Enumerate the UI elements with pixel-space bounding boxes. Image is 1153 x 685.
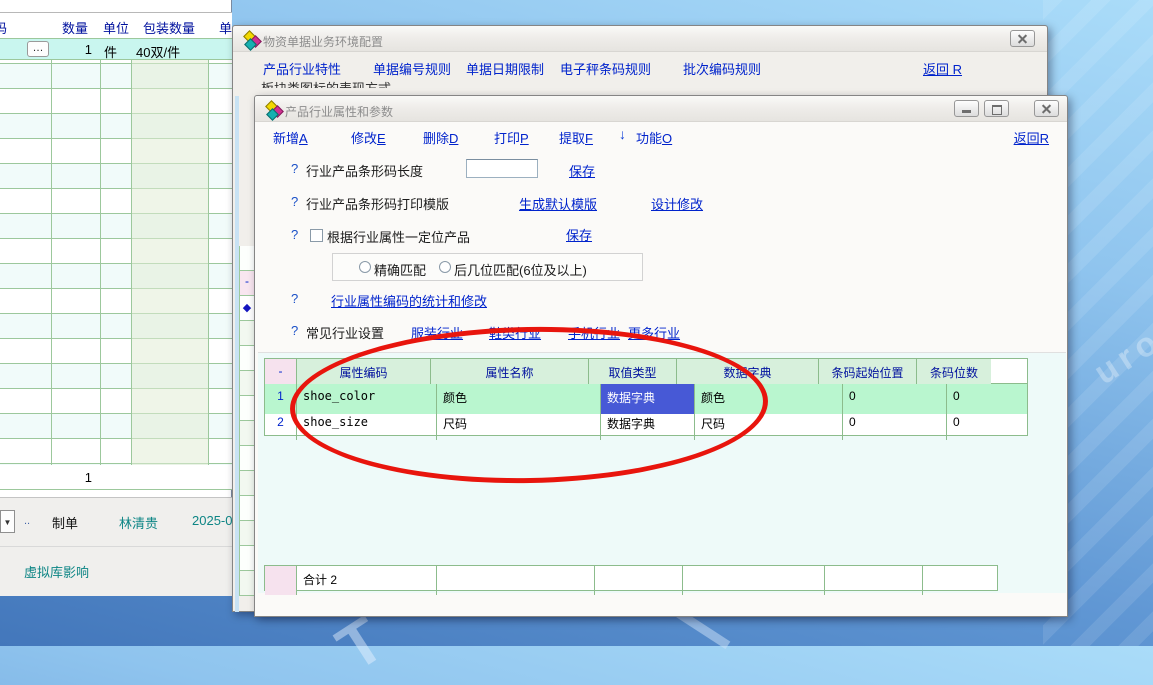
match-mode-group: 精确匹配 后几位匹配(6位及以上) [332,253,643,281]
dots-label: .. [24,515,30,527]
down-arrow-icon: ↓ [619,126,626,142]
footer-empty-cell [683,566,825,595]
toolbar-edit[interactable]: 修改E [351,128,386,147]
cell-barcode-digits[interactable]: 0 [947,410,1027,440]
dropdown-button[interactable]: ▼ [0,510,15,533]
dialog2-title: 产品行业属性和参数 [285,103,393,120]
close-button[interactable] [1034,100,1059,117]
help-icon: ? [291,161,298,176]
menu-product-industry[interactable]: 产品行业特性 [263,59,341,78]
barcode-length-input[interactable] [466,159,538,178]
dialog1-title: 物资单据业务环境配置 [263,33,383,50]
footer-marker-cell [265,566,297,595]
cell-barcode-start[interactable]: 0 [843,410,947,440]
column-divider [208,12,209,490]
barcode-length-label: 行业产品条形码长度 [306,161,423,180]
save-link-1[interactable]: 保存 [569,161,595,180]
toolbar-add[interactable]: 新增A [273,128,308,147]
exact-match-label: 精确匹配 [374,260,426,279]
help-icon: ? [291,227,298,242]
footer-total: 合计 2 [297,566,437,595]
clipped-text: 板块类图标的表现方式 [261,78,461,88]
footer-bar: ▼ .. 制单 林清贵 2025-03 虚拟库影响 [0,497,232,596]
minimize-button[interactable] [954,100,979,117]
help-icon: ? [291,194,298,209]
col-header-qty: 数量 [62,18,88,37]
table-header: 码 数量 单位 包装数量 单 [0,12,232,39]
column-divider [131,12,132,490]
suffix-match-radio[interactable] [439,261,451,273]
background-window: 码 数量 单位 包装数量 单 1 件 40双/件 … 1 ▼ .. 制单 林清贵… [0,0,232,596]
generate-template-link[interactable]: 生成默认模版 [519,194,597,213]
virtual-stock-label[interactable]: 虚拟库影响 [24,562,89,581]
total-qty: 1 [85,470,92,485]
help-icon: ? [291,323,298,338]
design-edit-link[interactable]: 设计修改 [651,194,703,213]
row-marker-cell: - [240,271,254,295]
suffix-match-label: 后几位匹配(6位及以上) [454,260,587,279]
save-link-2[interactable]: 保存 [566,225,592,244]
col-header-partial: 单 [219,18,232,37]
package-column-tint [132,39,208,465]
locate-checkbox[interactable] [310,229,323,242]
more-button[interactable]: … [27,41,49,57]
row-pkg: 40双/件 [136,42,180,61]
help-icon: ? [291,291,298,306]
restore-icon [992,105,1002,115]
close-button[interactable] [1010,30,1035,47]
col-header-code: 码 [0,18,7,37]
col-header-pkg: 包装数量 [143,18,195,37]
maker-label: 制单 [52,513,78,532]
menu-scale-barcode-rule[interactable]: 电子秤条码规则 [560,59,651,78]
barcode-template-label: 行业产品条形码打印模版 [306,194,449,213]
dialog1-titlebar[interactable]: 物资单据业务环境配置 [233,26,1047,52]
column-divider [51,12,52,490]
dialog2-titlebar[interactable]: 产品行业属性和参数 [255,96,1067,122]
maker-name: 林清贵 [119,513,158,532]
locate-label: 根据行业属性一定位产品 [327,227,470,246]
exact-match-radio[interactable] [359,261,371,273]
restore-button[interactable] [984,100,1009,117]
toolbar-back[interactable]: 返回R [1014,128,1049,147]
back-button[interactable]: 返回 R [923,59,962,78]
total-row: 1 [0,465,232,490]
minimize-icon [962,110,971,113]
row-qty: 1 [85,42,92,57]
row-unit: 件 [104,42,117,61]
footer-empty-cell [437,566,595,595]
attr-code-stats-link[interactable]: 行业属性编码的统计和修改 [331,291,487,310]
footer-empty-cell [825,566,923,595]
menu-batch-code-rule[interactable]: 批次编码规则 [683,59,761,78]
toolbar-print[interactable]: 打印P [494,128,529,147]
toolbar-functions[interactable]: 功能O [636,128,672,147]
col-header-unit: 单位 [103,18,129,37]
footer-empty-cell [595,566,683,595]
divider [0,546,232,547]
table-footer-row: 合计 2 [264,565,998,591]
menu-doc-date-limit[interactable]: 单据日期限制 [466,59,544,78]
toolbar-extract[interactable]: 提取F [559,128,593,147]
menu-doc-number-rule[interactable]: 单据编号规则 [373,59,451,78]
common-industry-label: 常见行业设置 [306,323,384,342]
column-divider [100,12,101,490]
current-row-marker: ◆ [240,296,254,320]
footer-empty-cell [923,566,997,595]
toolbar-delete[interactable]: 删除D [423,128,458,147]
